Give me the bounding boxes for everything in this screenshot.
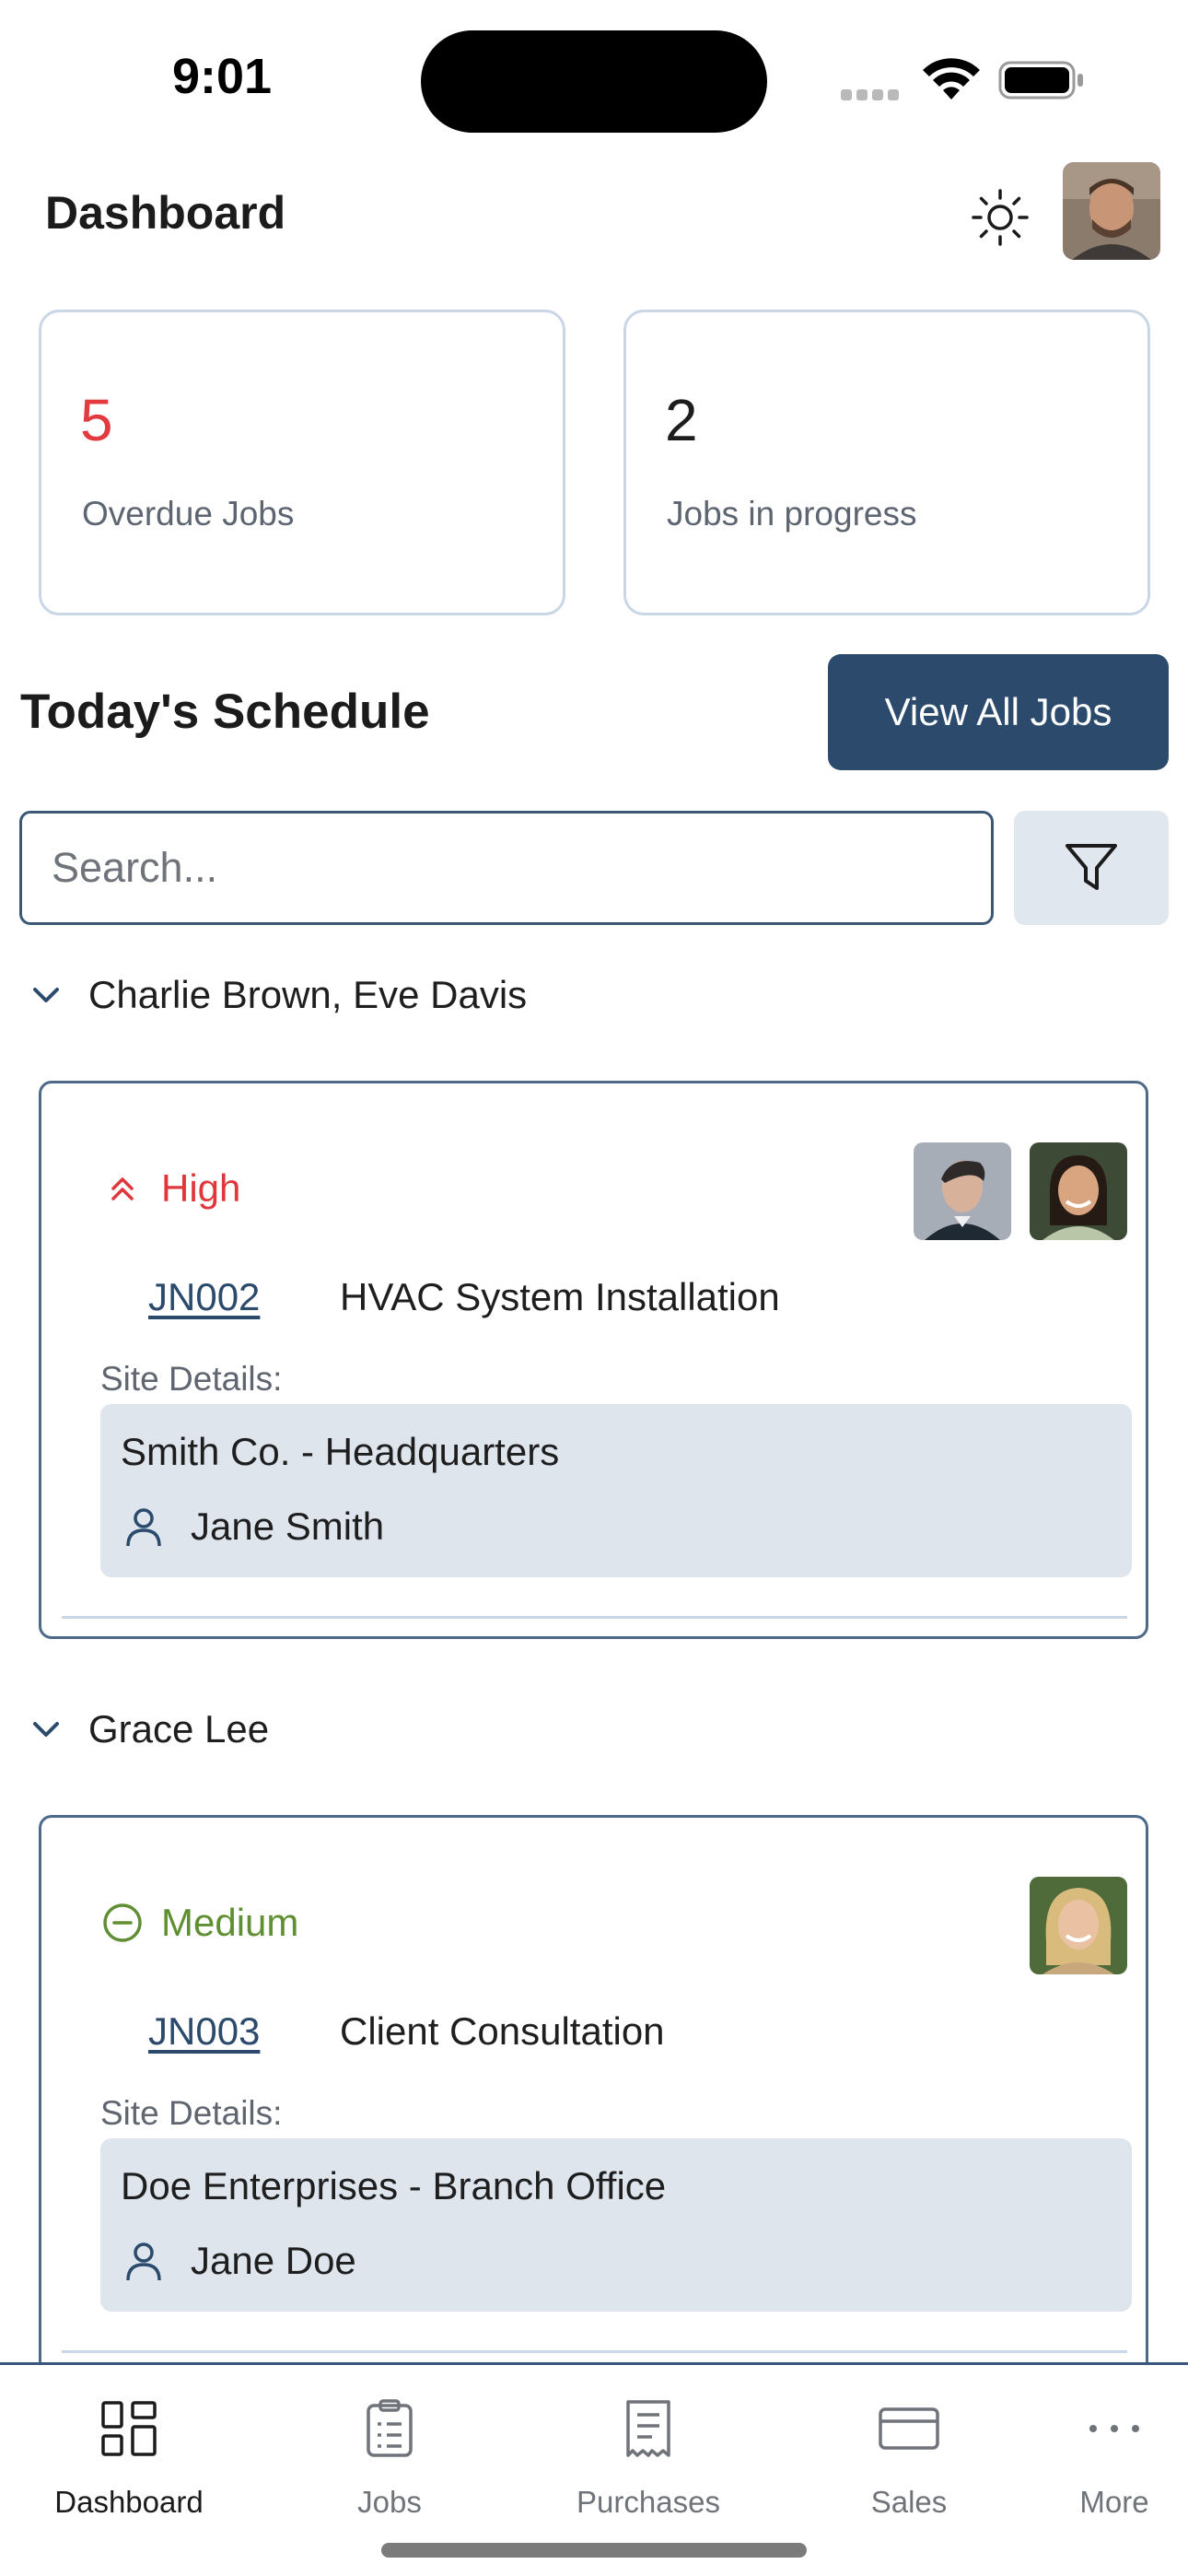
filter-button[interactable] [1014,811,1169,925]
sun-icon [972,189,1029,246]
assignee-avatars [914,1142,1127,1240]
job-number-link[interactable]: JN002 [148,1275,340,1319]
job-info: JN003 Client Consultation [148,2009,665,2054]
assignee-avatars [1030,1877,1127,1974]
filter-icon [1066,844,1117,890]
nav-item-dashboard[interactable]: Dashboard [28,2396,230,2520]
site-details-box: Smith Co. - Headquarters Jane Smith [100,1404,1132,1577]
status-time: 9:01 [172,49,273,104]
priority-badge: Medium [100,1901,298,1945]
job-card[interactable]: High JN002 HVAC System Installation Site… [39,1081,1148,1639]
group-title: Charlie Brown, Eve Davis [88,973,528,1016]
job-number-link[interactable]: JN003 [148,2009,340,2054]
job-name: Client Consultation [340,2009,665,2053]
nav-label: Sales [870,2485,948,2519]
wifi-icon [923,58,980,100]
assignee-avatar[interactable] [914,1142,1011,1240]
status-bar: 9:01 [0,0,1188,147]
nav-label: More [1079,2485,1149,2519]
more-dots-icon [1082,2396,1147,2461]
battery-icon [998,61,1083,100]
priority-label: Medium [161,1901,299,1944]
card-divider [62,2350,1127,2353]
assignee-avatar[interactable] [1030,1877,1127,1974]
contact-name: Jane Doe [191,2239,356,2282]
home-indicator [381,2543,807,2558]
user-avatar[interactable] [1063,162,1160,260]
clipboard-icon [357,2396,422,2461]
grid-icon [97,2396,161,2461]
nav-item-more[interactable]: More [1013,2396,1188,2520]
assignee-avatar[interactable] [1030,1142,1127,1240]
nav-label: Dashboard [54,2485,204,2519]
dynamic-island [421,30,767,133]
jobs-in-progress-card[interactable]: 2 Jobs in progress [623,310,1150,615]
contact-name: Jane Smith [191,1505,385,1548]
receipt-icon [616,2396,681,2461]
site-name: Doe Enterprises - Branch Office [121,2164,667,2207]
nav-label: Purchases [577,2485,720,2519]
site-contact: Jane Smith [121,1504,384,1550]
card-divider [62,1616,1127,1619]
jobs-in-progress-count: 2 [665,387,698,453]
overdue-jobs-card[interactable]: 5 Overdue Jobs [39,310,565,615]
group-title: Grace Lee [88,1707,270,1751]
person-icon [121,1504,167,1550]
minus-circle-icon [100,1901,145,1945]
overdue-jobs-count: 5 [80,387,113,453]
site-name: Smith Co. - Headquarters [121,1430,560,1473]
cellular-signal-icon [841,88,905,100]
overdue-jobs-label: Overdue Jobs [82,495,295,533]
job-name: HVAC System Installation [340,1275,780,1318]
view-all-jobs-button[interactable]: View All Jobs [828,654,1169,770]
app-header: Dashboard [0,157,1188,267]
nav-item-purchases[interactable]: Purchases [547,2396,750,2520]
site-details-box: Doe Enterprises - Branch Office Jane Doe [100,2138,1132,2312]
jobs-in-progress-label: Jobs in progress [667,495,917,533]
person-icon [121,2238,167,2284]
dashboard-screen: 9:01 Dashboard 5 Overdue Jobs 2 Jobs in … [0,0,1188,2576]
double-chevron-up-icon [100,1166,145,1211]
priority-label: High [161,1166,241,1210]
schedule-title: Today's Schedule [20,685,430,739]
credit-card-icon [877,2396,941,2461]
schedule-group-header[interactable]: Grace Lee [0,1692,1188,1766]
chevron-down-icon [24,1707,68,1751]
chevron-down-icon [24,973,68,1017]
nav-label: Jobs [357,2485,422,2519]
site-details-label: Site Details: [100,2094,283,2132]
priority-badge: High [100,1166,240,1211]
nav-item-sales[interactable]: Sales [808,2396,1010,2520]
schedule-group-header[interactable]: Charlie Brown, Eve Davis [0,958,1188,1032]
search-input[interactable] [19,811,994,925]
page-title: Dashboard [45,187,286,239]
site-details-label: Site Details: [100,1360,283,1398]
job-info: JN002 HVAC System Installation [148,1275,780,1319]
nav-item-jobs[interactable]: Jobs [288,2396,491,2520]
theme-toggle-button[interactable] [967,184,1033,251]
site-contact: Jane Doe [121,2238,356,2284]
